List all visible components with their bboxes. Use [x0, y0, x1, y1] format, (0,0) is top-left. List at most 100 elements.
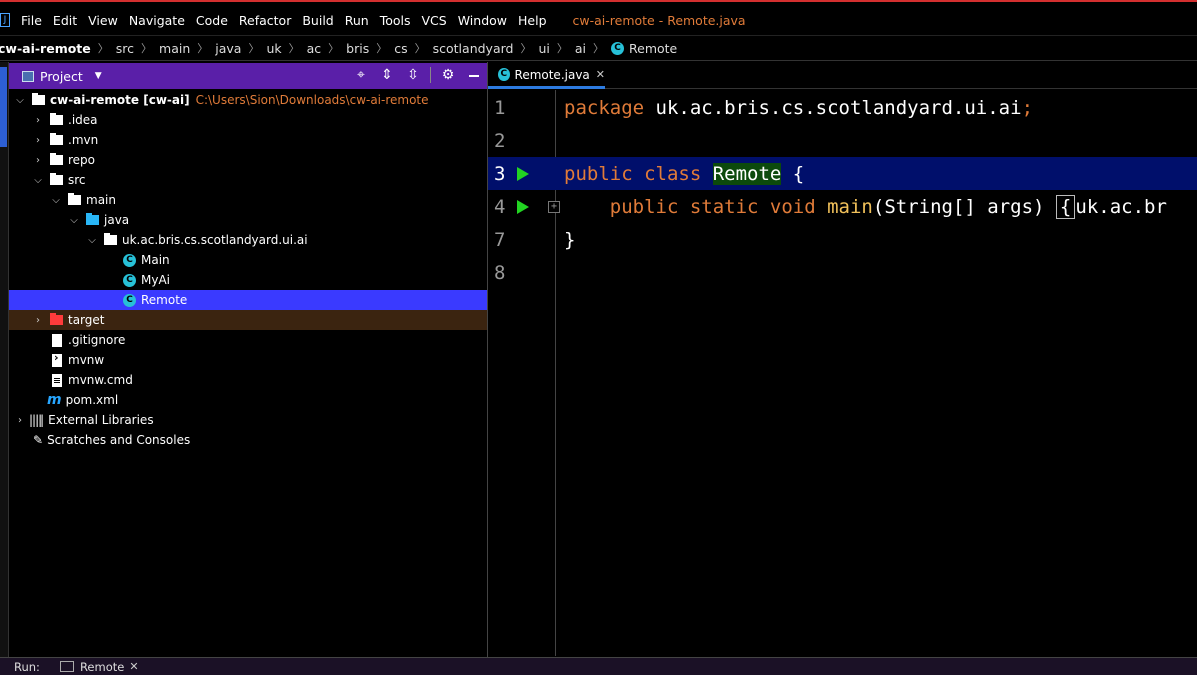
- code-line-2[interactable]: 2: [488, 124, 1197, 157]
- breadcrumb-item-uk[interactable]: uk: [266, 41, 281, 56]
- tab-remote-java[interactable]: C Remote.java ✕: [488, 63, 605, 89]
- tree-item-mvnw[interactable]: mvnw: [9, 350, 487, 370]
- chevron-right-icon: 〉: [593, 42, 605, 55]
- tree-item-main[interactable]: ⌵ main: [9, 190, 487, 210]
- run-tab-remote[interactable]: Remote ✕: [59, 660, 139, 674]
- tree-item-label: src: [68, 173, 86, 187]
- menu-edit[interactable]: Edit: [53, 13, 77, 28]
- java-class-icon: C: [123, 293, 136, 307]
- tree-item-package[interactable]: ⌵ uk.ac.bris.cs.scotlandyard.ui.ai: [9, 230, 487, 250]
- folder-icon: [50, 113, 63, 125]
- tree-item-mvn[interactable]: › .mvn: [9, 130, 487, 150]
- project-tree: ⌵ cw-ai-remote [cw-ai] C:\Users\Sion\Dow…: [9, 90, 487, 656]
- breadcrumb-item-main[interactable]: main: [159, 41, 190, 56]
- tree-item-myai-class[interactable]: C MyAi: [9, 270, 487, 290]
- breadcrumb-item-ui[interactable]: ui: [538, 41, 549, 56]
- gear-icon[interactable]: ⚙: [439, 67, 457, 83]
- line-number: 4: [494, 195, 506, 218]
- tree-item-main-class[interactable]: C Main: [9, 250, 487, 270]
- chevron-down-icon[interactable]: ⌵: [69, 215, 79, 226]
- tree-item-project-root[interactable]: ⌵ cw-ai-remote [cw-ai] C:\Users\Sion\Dow…: [9, 90, 487, 110]
- project-panel-toolbar: ⌖ ⇕ ⇳ ⚙: [352, 67, 457, 83]
- tree-item-scratches[interactable]: ✎ Scratches and Consoles: [9, 430, 487, 450]
- chevron-right-icon[interactable]: ›: [33, 315, 43, 326]
- breadcrumb-item-project[interactable]: cw-ai-remote: [0, 41, 91, 56]
- code-line-4[interactable]: 4 + public static void main(String[] arg…: [488, 190, 1197, 223]
- close-icon[interactable]: ✕: [129, 660, 138, 673]
- chevron-right-icon[interactable]: ›: [33, 155, 43, 166]
- tree-item-target[interactable]: › target: [9, 310, 487, 330]
- menu-vcs[interactable]: VCS: [422, 13, 447, 28]
- menu-file[interactable]: File: [21, 13, 42, 28]
- chevron-right-icon: 〉: [328, 42, 340, 55]
- tree-item-java[interactable]: ⌵ java: [9, 210, 487, 230]
- breadcrumb-item-ai[interactable]: ai: [575, 41, 586, 56]
- line-number: 2: [494, 129, 506, 152]
- breadcrumb-item-remote[interactable]: Remote: [629, 41, 677, 56]
- tree-item-pom[interactable]: m pom.xml: [9, 390, 487, 410]
- tree-item-src[interactable]: ⌵ src: [9, 170, 487, 190]
- menu-view[interactable]: View: [88, 13, 118, 28]
- menu-refactor[interactable]: Refactor: [239, 13, 291, 28]
- run-gutter-icon[interactable]: [517, 166, 529, 181]
- excluded-folder-icon: [50, 313, 63, 325]
- menu-help[interactable]: Help: [518, 13, 547, 28]
- folded-region[interactable]: {: [1055, 194, 1076, 219]
- menu-build[interactable]: Build: [302, 13, 333, 28]
- menu-navigate[interactable]: Navigate: [129, 13, 185, 28]
- close-icon[interactable]: ✕: [596, 68, 605, 81]
- minimize-icon[interactable]: [467, 67, 481, 81]
- chevron-down-icon[interactable]: ⌵: [87, 235, 97, 246]
- run-gutter-icon[interactable]: [517, 199, 529, 214]
- tree-item-mvnw-cmd[interactable]: mvnw.cmd: [9, 370, 487, 390]
- line-number: 3: [494, 162, 506, 185]
- menu-run[interactable]: Run: [345, 13, 369, 28]
- chevron-down-icon[interactable]: ⌵: [51, 195, 61, 206]
- tree-item-label: cw-ai-remote [cw-ai]: [50, 93, 190, 107]
- chevron-right-icon[interactable]: ›: [33, 135, 43, 146]
- left-tool-strip: [0, 62, 9, 658]
- code-line-8[interactable]: 8: [488, 256, 1197, 289]
- chevron-down-icon[interactable]: ⌵: [33, 175, 43, 186]
- locate-icon[interactable]: ⌖: [352, 67, 370, 83]
- chevron-down-icon[interactable]: ⌵: [15, 95, 25, 106]
- expand-all-icon[interactable]: ⇕: [378, 67, 396, 83]
- chevron-right-icon[interactable]: ›: [33, 115, 43, 126]
- tree-item-label: mvnw.cmd: [68, 373, 133, 387]
- tree-item-repo[interactable]: › repo: [9, 150, 487, 170]
- expand-fold-icon[interactable]: +: [548, 200, 560, 213]
- intellij-logo-icon[interactable]: J: [0, 13, 10, 27]
- tree-item-label: repo: [68, 153, 96, 167]
- code-line-3[interactable]: 3 public class Remote {: [488, 157, 1197, 190]
- tree-item-label: External Libraries: [48, 413, 154, 427]
- menu-window[interactable]: Window: [458, 13, 507, 28]
- collapse-all-icon[interactable]: ⇳: [404, 67, 422, 83]
- run-tool-window-bar: Run: Remote ✕: [0, 657, 1197, 675]
- project-tool-window-tab[interactable]: [0, 67, 7, 147]
- tree-item-external-libraries[interactable]: › |||‖ External Libraries: [9, 410, 487, 430]
- maven-icon: m: [47, 392, 62, 408]
- tab-label: Remote.java: [514, 67, 590, 82]
- shell-script-icon: [52, 351, 62, 367]
- menu-tools[interactable]: Tools: [380, 13, 411, 28]
- chevron-right-icon: 〉: [248, 42, 260, 55]
- breadcrumb-item-ac[interactable]: ac: [307, 41, 322, 56]
- scratches-icon: ✎: [33, 433, 43, 447]
- tree-item-label: Scratches and Consoles: [47, 433, 191, 447]
- chevron-down-icon[interactable]: ▼: [95, 71, 102, 81]
- code-line-1[interactable]: 1 package uk.ac.bris.cs.scotlandyard.ui.…: [488, 91, 1197, 124]
- tree-item-remote-class[interactable]: C Remote: [9, 290, 487, 310]
- tree-item-label: main: [86, 193, 116, 207]
- breadcrumb-item-scotlandyard[interactable]: scotlandyard: [433, 41, 514, 56]
- project-panel-title[interactable]: Project: [40, 69, 83, 84]
- menu-code[interactable]: Code: [196, 13, 228, 28]
- breadcrumb-item-src[interactable]: src: [116, 41, 134, 56]
- chevron-right-icon[interactable]: ›: [15, 415, 25, 426]
- code-editor[interactable]: 1 package uk.ac.bris.cs.scotlandyard.ui.…: [488, 90, 1197, 656]
- breadcrumb-item-java[interactable]: java: [215, 41, 241, 56]
- code-line-7[interactable]: 7 }: [488, 223, 1197, 256]
- tree-item-idea[interactable]: › .idea: [9, 110, 487, 130]
- breadcrumb-item-cs[interactable]: cs: [394, 41, 407, 56]
- tree-item-gitignore[interactable]: .gitignore: [9, 330, 487, 350]
- breadcrumb-item-bris[interactable]: bris: [346, 41, 369, 56]
